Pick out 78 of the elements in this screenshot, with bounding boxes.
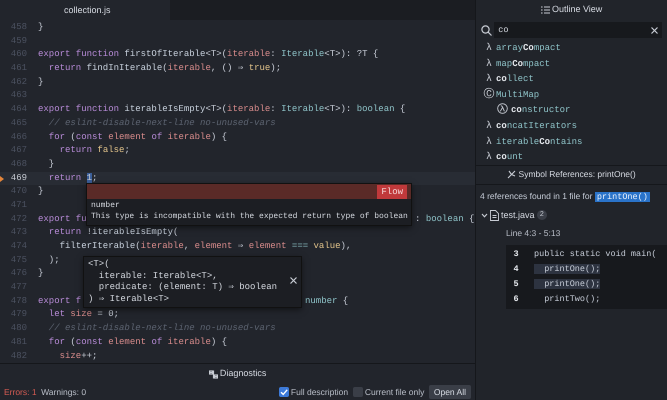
code-line: ); xyxy=(48,254,60,267)
lambda-circle-icon xyxy=(497,103,508,114)
code-line: } xyxy=(38,267,44,280)
signature-line: predicate: (element: T) ⇒ boolean xyxy=(98,282,278,294)
signature-line: ) ⇒ Iterable<T> xyxy=(88,294,170,305)
code-line: // eslint-disable-next-line no-unused-vars xyxy=(48,116,276,130)
code-line: for (const element of iterable) { xyxy=(48,130,228,144)
checkbox-label: Full description xyxy=(290,386,348,398)
lambda-icon: λ xyxy=(482,134,496,150)
outline-item[interactable]: λ count xyxy=(476,149,667,165)
check-icon xyxy=(278,386,289,397)
line-number: 469 xyxy=(10,172,27,185)
panel-title: Symbol References: printOne() xyxy=(518,168,636,182)
code-line: let size = 0; xyxy=(48,308,120,322)
error-message: This type is incompatible with the expected return type of boolean xyxy=(91,212,407,222)
signature-line: <T>( xyxy=(88,259,111,270)
checkbox[interactable] xyxy=(352,386,363,397)
error-count: Errors: 1 xyxy=(4,386,37,398)
line-range: Line 4:3 - 5:13 xyxy=(505,227,562,240)
line-number: 4 xyxy=(512,262,520,276)
symbol-highlight: printOne() xyxy=(594,192,650,202)
search-icon xyxy=(481,24,492,36)
code-line: // eslint-disable-next-line no-unused-vars xyxy=(48,322,276,336)
outline-item[interactable]: λ iterableContains xyxy=(476,134,667,150)
chevron-icon[interactable] xyxy=(480,212,488,219)
code-line: return !iterableIsEmpty( xyxy=(48,226,178,240)
signature-line: iterable: Iterable<T>, xyxy=(98,270,219,282)
checkbox[interactable] xyxy=(278,386,289,397)
code-fragment: : boolean { xyxy=(415,212,474,226)
code-fragment: export f xyxy=(38,294,82,308)
list-icon xyxy=(540,6,550,14)
outline-item[interactable]: ⒸMultiMap xyxy=(476,86,667,102)
editor-tab[interactable]: collection.js xyxy=(0,0,170,20)
code-line: filterIterable(iterable, element ⇒ element === value), xyxy=(58,240,352,253)
outline-item[interactable]: λ concatIterators xyxy=(476,118,667,134)
class-icon: Ⓒ xyxy=(482,86,496,102)
code-fragment: export fu xyxy=(38,212,87,226)
outline-item[interactable]: λ mapCompact xyxy=(476,56,667,72)
code-line: export function iterableIsEmpty<T>(iterable: Iterable<T>): boolean { xyxy=(38,103,406,116)
line-number: 5 xyxy=(512,278,520,291)
code-line: public static void main( xyxy=(534,248,656,259)
lambda-icon: λ xyxy=(482,71,496,87)
code-line: return false; xyxy=(58,144,130,158)
code-line: size++; xyxy=(58,350,98,362)
code-fragment: number { xyxy=(305,294,348,308)
code-line: } xyxy=(38,185,44,198)
close-icon xyxy=(290,277,297,284)
diagnostics-icon xyxy=(208,370,218,379)
code-line: } xyxy=(38,76,44,89)
lambda-icon: λ xyxy=(482,40,496,56)
clear-icon xyxy=(651,26,658,34)
outline-item[interactable]: λ collect xyxy=(476,71,667,87)
code-line: return findInIterable(iterable, () ⇒ true); xyxy=(48,62,282,76)
error-type: number xyxy=(91,201,121,212)
open-all-button[interactable]: Open All xyxy=(428,384,471,400)
source-badge: Flow xyxy=(377,184,407,198)
line-number: 6 xyxy=(512,292,520,306)
code-line: for (const element of iterable) { xyxy=(48,336,228,349)
lambda-icon: λ xyxy=(482,56,496,72)
panel-title: Outline View xyxy=(552,3,602,16)
file-name[interactable]: test.java xyxy=(501,208,535,222)
search-field[interactable]: co xyxy=(494,22,662,38)
warning-count: Warnings: 0 xyxy=(41,386,86,398)
line-number: 3 xyxy=(512,248,520,261)
code-line: export function firstOfIterable<T>(iterable: Iterable<T>): ?T { xyxy=(38,48,378,62)
outline-item[interactable]: λ arrayCompact xyxy=(476,40,667,56)
error-marker-icon xyxy=(0,176,4,182)
code-line: return 1; xyxy=(48,172,98,185)
panel-title: Diagnostics xyxy=(220,367,266,380)
checkbox-label: Current file only xyxy=(364,386,424,398)
summary-text: 4 references found in 1 file for xyxy=(480,190,594,201)
code-line: } xyxy=(48,158,54,171)
outline-item[interactable]: constructor xyxy=(476,102,667,118)
code-line: } xyxy=(38,21,44,34)
file-icon xyxy=(490,210,499,221)
lambda-icon: λ xyxy=(482,149,496,165)
lambda-icon: λ xyxy=(482,118,496,134)
code-line: printTwo(); xyxy=(543,294,600,304)
